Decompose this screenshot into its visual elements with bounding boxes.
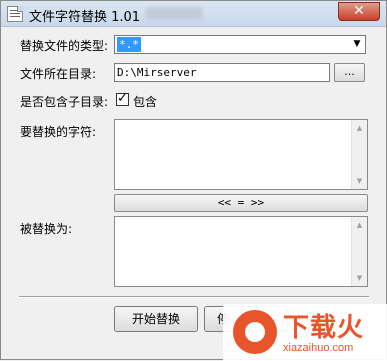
start-replace-button[interactable]: 开始替换 [114,306,198,332]
replace-text-label: 被替换为: [20,222,73,236]
scroll-up-icon[interactable]: ▲ [352,120,367,136]
vertical-scrollbar[interactable]: ▲ ▼ [351,120,367,189]
app-document-icon [7,6,23,22]
find-textarea[interactable]: ▲ ▼ [114,119,368,190]
scroll-up-icon[interactable]: ▲ [352,217,367,233]
directory-label: 文件所在目录: [20,67,97,81]
find-text-label: 要替换的字符: [20,125,97,139]
blurred-region [146,7,202,19]
chevron-down-icon[interactable]: ▼ [349,36,365,53]
main-window: 文件字符替换 1.01 ✕ 替换文件的类型: *.* ▼ 文件所在目录: D:\… [0,0,387,361]
replace-textarea[interactable]: ▲ ▼ [114,216,368,287]
browse-button[interactable]: ... [334,63,365,82]
include-subdir-text: 包含 [133,95,158,109]
vertical-scrollbar[interactable]: ▲ ▼ [351,217,367,286]
window-title: 文件字符替换 1.01 [29,10,141,25]
flame-logo-icon [233,310,277,354]
directory-input[interactable]: D:\Mirserver [114,63,330,82]
file-type-label: 替换文件的类型: [20,39,109,53]
subdir-label: 是否包含子目录: [20,95,109,109]
scroll-down-icon[interactable]: ▼ [352,173,367,189]
scroll-down-icon[interactable]: ▼ [352,270,367,286]
swap-button[interactable]: << = >> [114,194,368,212]
include-subdir-checkbox[interactable] [116,91,129,106]
watermark-url: xiazaihuo.com [283,342,354,354]
title-bar[interactable]: 文件字符替换 1.01 ✕ [1,1,386,27]
watermark-title: 下载火 [283,313,365,343]
close-button[interactable]: ✕ [338,2,380,21]
file-type-combo[interactable]: *.* ▼ [114,35,366,54]
watermark: 下载火 xiazaihuo.com [223,304,387,361]
file-type-value: *.* [117,37,141,52]
separator [19,296,369,298]
